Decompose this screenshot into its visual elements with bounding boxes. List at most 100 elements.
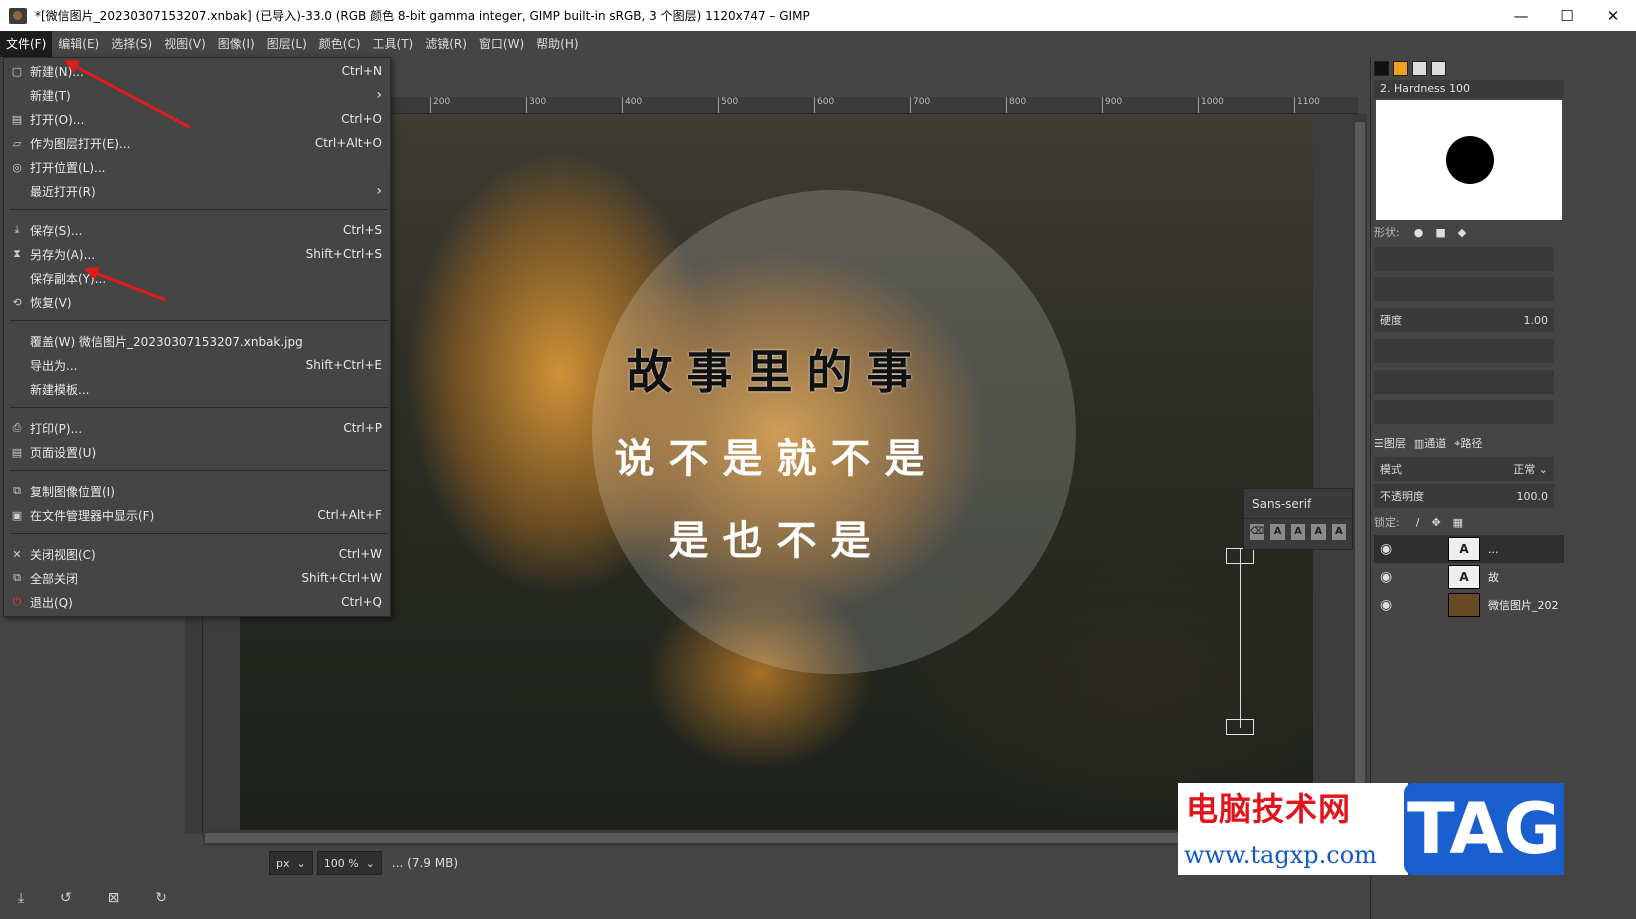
layer-mode-select[interactable]: 模式 正常 ⌄ [1374,457,1554,481]
ruler-label: 600 [814,97,834,113]
quit-icon: ⏻ [12,595,22,608]
tab-paths[interactable]: ⌖路径 [1454,435,1482,451]
bold-icon[interactable]: A [1270,524,1285,540]
strikethrough-icon[interactable]: A [1331,524,1347,540]
maximize-button[interactable]: ☐ [1544,0,1590,31]
menu-item-show-in-file-manager[interactable]: ▣ 在文件管理器中显示(F) Ctrl+Alt+F [4,503,390,527]
menu-help[interactable]: 帮助(H) [530,31,584,57]
restore-icon[interactable]: ↺ [60,890,72,906]
document-tab-icon[interactable] [1431,60,1446,76]
close-button[interactable]: ✕ [1590,0,1636,31]
text-layer-thumb: A [1448,565,1480,589]
reset-icon[interactable]: ↻ [155,890,167,906]
menu-item-copy-location[interactable]: ⧉ 复制图像位置(I) [4,479,390,503]
menu-layer[interactable]: 图层(L) [261,31,313,57]
tab-channels[interactable]: ▥通道 [1414,435,1446,451]
ruler-label: 900 [1102,97,1122,113]
menu-item-open-location[interactable]: ◎ 打开位置(L)... [4,155,390,179]
open-icon: ▤ [11,112,23,126]
menu-image[interactable]: 图像(I) [212,31,261,57]
eye-icon[interactable]: ◉ [1380,569,1400,585]
menu-item-revert[interactable]: ⟲ 恢复(V) [4,290,390,314]
lock-pixels-icon[interactable]: / [1416,516,1420,529]
zoom-select[interactable]: 100 % ⌄ [316,851,382,875]
menu-select[interactable]: 选择(S) [105,31,158,57]
lock-row: 锁定: / ✥ ▦ [1374,515,1464,530]
spacing-slider[interactable] [1374,400,1554,424]
ruler-label: 300 [526,97,546,113]
lock-alpha-icon[interactable]: ▦ [1453,516,1463,529]
site-watermark: 电脑技术网 www.tagxp.com TAG [1178,783,1636,919]
menu-filters[interactable]: 滤镜(R) [419,31,473,57]
menu-view[interactable]: 视图(V) [158,31,212,57]
ruler-label: 700 [910,97,930,113]
status-info: ... (7.9 MB) [391,856,458,870]
menu-item-page-setup[interactable]: ▤ 页面设置(U) [4,440,390,464]
brushes-tab-icon[interactable] [1374,60,1389,76]
text-box-handle-bottom[interactable] [1226,719,1254,735]
menu-item-export-as[interactable]: 导出为... Shift+Ctrl+E [4,353,390,377]
spikes-slider[interactable] [1374,277,1554,301]
tab-layers[interactable]: ☰图层 [1374,435,1406,451]
menu-windows[interactable]: 窗口(W) [473,31,530,57]
menu-item-open[interactable]: ▤ 打开(O)... Ctrl+O [4,107,390,131]
text-line-1[interactable]: 故事里的事 [240,336,1313,402]
save-preset-icon[interactable]: ⤓ [18,890,24,906]
menu-item-recent[interactable]: 最近打开(R) › [4,179,390,203]
brush-dock-tabs [1374,58,1570,78]
underline-icon[interactable]: A [1311,524,1326,540]
menu-item-print[interactable]: ⎙ 打印(P)... Ctrl+P [4,416,390,440]
hardness-slider[interactable]: 硬度 1.00 [1374,308,1554,332]
vertical-scrollbar[interactable] [1353,114,1367,830]
italic-icon[interactable]: A [1290,524,1306,540]
patterns-tab-icon[interactable] [1393,60,1408,76]
unit-select[interactable]: px ⌄ [269,851,313,875]
opacity-slider[interactable]: 不透明度 100.0 [1374,484,1554,508]
menu-item-save[interactable]: ⤓ 保存(S)... Ctrl+S [4,218,390,242]
square-shape-icon[interactable]: ■ [1435,226,1445,239]
brush-preview[interactable] [1376,100,1562,220]
menu-item-create-template[interactable]: 新建模板... [4,377,390,401]
menu-item-open-as-layers[interactable]: ▱ 作为图层打开(E)... Ctrl+Alt+O [4,131,390,155]
font-selector[interactable]: Sans-serif [1244,489,1352,519]
watermark-tag: TAG [1404,783,1564,875]
menu-item-new-template[interactable]: 新建(T) › [4,83,390,107]
delete-icon[interactable]: ⊠ [108,890,120,906]
layer-row[interactable]: ◉ A ... [1374,535,1564,563]
ruler-label: 800 [1006,97,1026,113]
menu-item-save-copy[interactable]: 保存副本(Y)... [4,266,390,290]
fonts-tab-icon[interactable] [1412,60,1427,76]
angle-slider[interactable] [1374,370,1554,394]
lock-position-icon[interactable]: ✥ [1431,516,1440,529]
image-canvas[interactable]: 故事里的事 说不是就不是 是也不是 [240,114,1313,830]
layer-row[interactable]: ◉ A 故 [1374,563,1564,591]
menu-item-close-view[interactable]: ✕ 关闭视图(C) Ctrl+W [4,542,390,566]
menu-colors[interactable]: 颜色(C) [313,31,367,57]
menu-item-quit[interactable]: ⏻ 退出(Q) Ctrl+Q [4,590,390,614]
brush-shape-row: 形状: ● ■ ◆ [1374,224,1564,240]
diamond-shape-icon[interactable]: ◆ [1458,226,1466,239]
paint-tab-icon[interactable] [1450,60,1465,76]
clear-style-icon[interactable]: ⌫ [1250,524,1265,540]
text-box-handle-top[interactable] [1226,548,1254,564]
circle-shape-icon[interactable]: ● [1414,226,1424,239]
menu-item-save-as[interactable]: ⧗ 另存为(A)... Shift+Ctrl+S [4,242,390,266]
eye-icon[interactable]: ◉ [1380,597,1400,613]
aspect-slider[interactable] [1374,339,1554,363]
brush-dot [1446,136,1494,184]
menu-item-close-all[interactable]: ⧉ 全部关闭 Shift+Ctrl+W [4,566,390,590]
text-layer-thumb: A [1448,537,1480,561]
radius-slider[interactable] [1374,247,1554,271]
layer-row[interactable]: ◉ 微信图片_202 [1374,591,1564,619]
horizontal-ruler: 200 300 400 500 600 700 800 900 1000 110… [390,97,1358,114]
text-line-3[interactable]: 是也不是 [240,508,1313,566]
menu-file[interactable]: 文件(F) [0,31,53,57]
eye-icon[interactable]: ◉ [1380,541,1400,557]
menu-edit[interactable]: 编辑(E) [52,31,105,57]
save-as-icon: ⧗ [13,247,21,260]
menu-item-overwrite[interactable]: 覆盖(W) 微信图片_20230307153207.xnbak.jpg [4,329,390,353]
close-all-icon: ⧉ [13,571,21,584]
menu-tools[interactable]: 工具(T) [367,31,420,57]
text-line-2[interactable]: 说不是就不是 [240,426,1313,484]
minimize-button[interactable]: — [1498,0,1544,31]
